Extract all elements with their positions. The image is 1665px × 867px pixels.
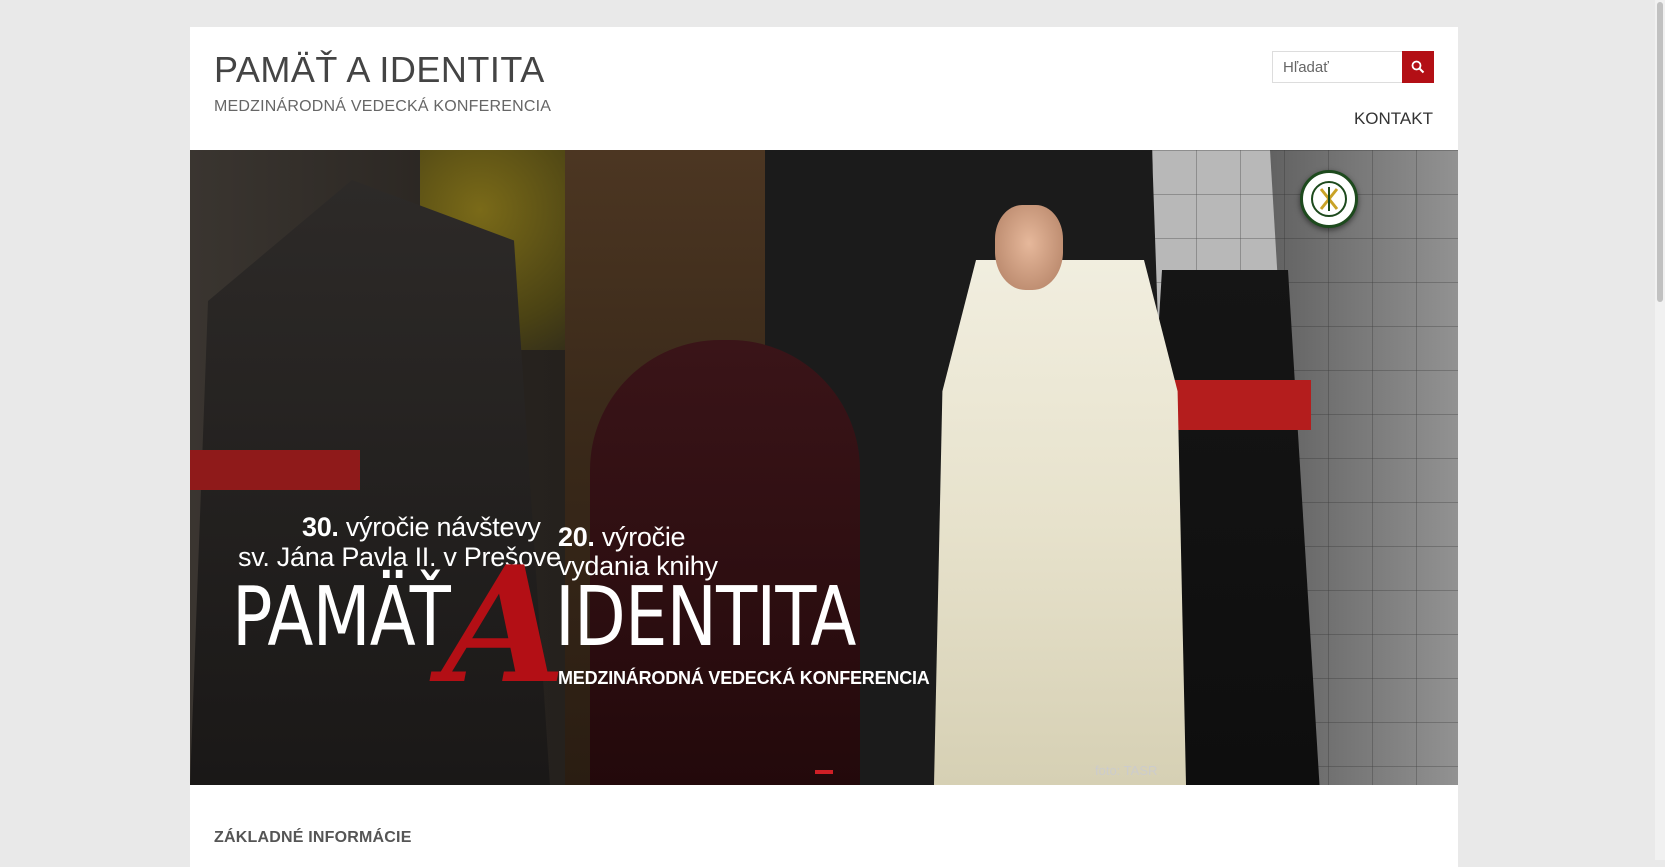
slider-indicator-dot[interactable]: [815, 770, 833, 774]
hero-conference-label: MEDZINÁRODNÁ VEDECKÁ KONFERENCIA: [558, 668, 930, 688]
scrollbar-thumb[interactable]: [1657, 2, 1663, 302]
hero-title-left: PAMÄŤ: [232, 570, 451, 665]
hero-title-a: A: [442, 531, 567, 719]
hero-red-sash: [190, 450, 360, 490]
site-subtitle: MEDZINÁRODNÁ VEDECKÁ KONFERENCIA: [214, 98, 552, 115]
university-logo-icon: [1300, 170, 1358, 228]
hero-slider[interactable]: 30. výročie návštevy sv. Jána Pavla II. …: [190, 150, 1458, 785]
search-icon: [1411, 60, 1425, 74]
hero-pope-head: [995, 205, 1063, 290]
nav-contact-link[interactable]: KONTAKT: [1354, 109, 1433, 129]
search-button[interactable]: [1402, 51, 1434, 83]
hero-line1-number: 30.: [302, 512, 339, 542]
page-container: PAMÄŤ A IDENTITA MEDZINÁRODNÁ VEDECKÁ KO…: [190, 27, 1458, 867]
hero-title-right: IDENTITA: [555, 570, 856, 665]
hero-line3: 20. výročie: [558, 522, 686, 553]
site-title[interactable]: PAMÄŤ A IDENTITA: [214, 49, 545, 91]
vertical-scrollbar[interactable]: [1655, 0, 1665, 860]
hero-line3-text: výročie: [594, 522, 686, 552]
section-title: ZÁKLADNÉ INFORMÁCIE: [214, 829, 412, 846]
hero-photo-credit: foto: TASR: [1095, 763, 1158, 778]
